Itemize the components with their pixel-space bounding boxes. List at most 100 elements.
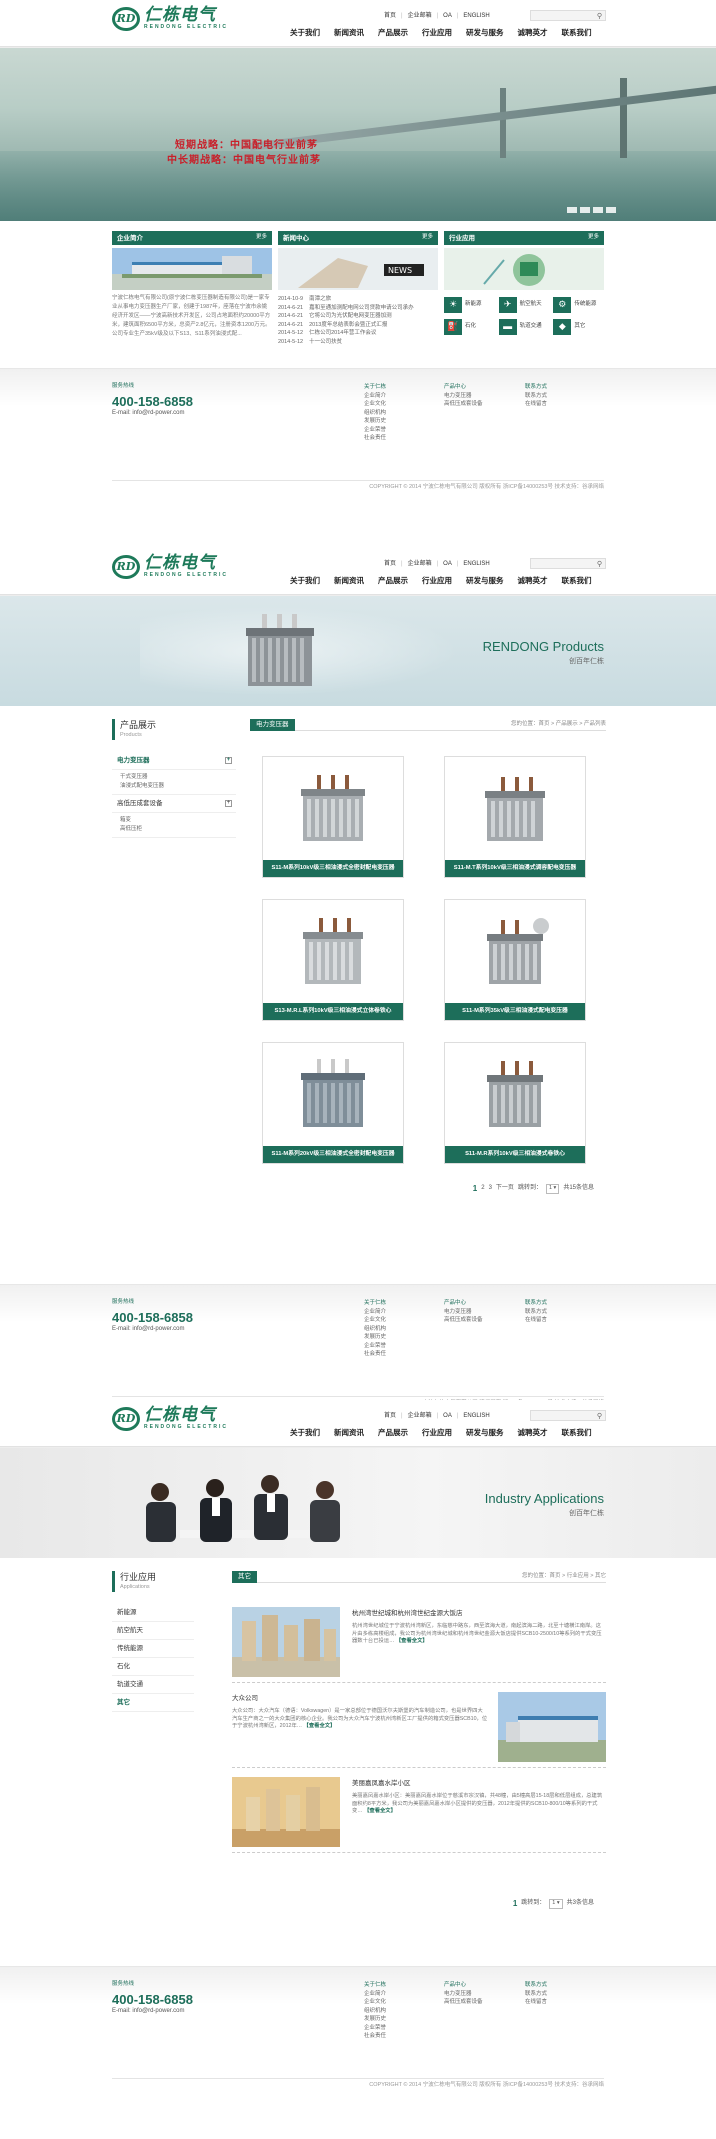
sidebar-item-petrochem[interactable]: 石化 <box>112 1658 194 1677</box>
toplink-english[interactable]: ENGLISH <box>463 12 489 21</box>
product-card[interactable]: S11-M.T系列10kV级三相油浸式调容配电变压器 <box>444 756 586 878</box>
nav-contact[interactable]: 联系我们 <box>562 576 592 587</box>
sidebar-item-other[interactable]: 其它 <box>112 1694 194 1713</box>
list-item[interactable]: 2014-6-21 嘉和至通加测配电网公司贷款申请公司承办 <box>278 304 438 313</box>
banner-dot[interactable] <box>567 207 577 213</box>
sidebar-subitem[interactable]: 高低压柜 <box>120 825 236 834</box>
nav-industry[interactable]: 行业应用 <box>422 1428 452 1439</box>
site-logo[interactable]: RD 仁栋电气 RENDONG ELECTRIC <box>112 1406 228 1431</box>
company-more[interactable]: 更多 <box>256 234 267 242</box>
nav-jobs[interactable]: 诚聘英才 <box>518 28 548 39</box>
next-page-link[interactable]: 下一页 <box>496 1184 514 1193</box>
footer-link[interactable]: 企业简介 <box>364 392 386 401</box>
footer-link[interactable]: 发展历史 <box>364 2015 386 2024</box>
product-name[interactable]: S11-M系列35kV级三相油浸式配电变压器 <box>445 1003 585 1020</box>
footer-link[interactable]: 企业荣誉 <box>364 426 386 435</box>
footer-link[interactable]: 在线留言 <box>525 400 547 409</box>
footer-link[interactable]: 联系方式 <box>525 1308 547 1317</box>
nav-news[interactable]: 新闻资讯 <box>334 576 364 587</box>
toplink-oa[interactable]: OA <box>443 560 452 569</box>
footer-link[interactable]: 社会责任 <box>364 2032 386 2041</box>
product-card[interactable]: S11-M系列10kV级三相油浸式全密封配电变压器 <box>262 756 404 878</box>
nav-about[interactable]: 关于我们 <box>290 576 320 587</box>
product-card[interactable]: S13-M.R.L系列10kV级三相油浸式立体卷铁心 <box>262 899 404 1021</box>
footer-link[interactable]: 组织机构 <box>364 2007 386 2016</box>
footer-link[interactable]: 联系方式 <box>525 392 547 401</box>
toplink-home[interactable]: 首页 <box>384 560 396 569</box>
application-title[interactable]: 美丽嘉凤嘉水岸小区 <box>352 1779 411 1788</box>
read-more-link[interactable]: 【查看全文】 <box>396 1638 428 1644</box>
nav-news[interactable]: 新闻资讯 <box>334 1428 364 1439</box>
toplink-mail[interactable]: 企业邮箱 <box>408 1412 432 1421</box>
application-item[interactable]: 大众公司 大众公司：大众汽车（德语：Volkswagen）是一家总部位于德国沃尔… <box>232 1688 606 1768</box>
footer-link[interactable]: 在线留言 <box>525 1998 547 2007</box>
toplink-home[interactable]: 首页 <box>384 12 396 21</box>
page-select[interactable]: 1 ▾ <box>549 1898 563 1909</box>
list-item[interactable]: 2014-5-12 仁栋公司2014年营工作会议 <box>278 329 438 338</box>
industry-item[interactable]: ⛽ 石化 <box>444 319 495 335</box>
footer-link[interactable]: 企业荣誉 <box>364 2024 386 2033</box>
search-icon[interactable]: ⚲ <box>597 12 602 22</box>
footer-link[interactable]: 企业简介 <box>364 1308 386 1317</box>
search-icon[interactable]: ⚲ <box>597 1412 602 1422</box>
application-title[interactable]: 大众公司 <box>232 1694 258 1703</box>
nav-about[interactable]: 关于我们 <box>290 1428 320 1439</box>
list-item[interactable]: 2014-5-12 十一公司扶贫 <box>278 338 438 347</box>
product-name[interactable]: S13-M.R.L系列10kV级三相油浸式立体卷铁心 <box>263 1003 403 1020</box>
search-input[interactable]: ⚲ <box>530 558 606 569</box>
toplink-mail[interactable]: 企业邮箱 <box>408 12 432 21</box>
product-card[interactable]: S11-M系列35kV级三相油浸式配电变压器 <box>444 899 586 1021</box>
read-more-link[interactable]: 【查看全文】 <box>364 1808 396 1814</box>
nav-industry[interactable]: 行业应用 <box>422 576 452 587</box>
nav-about[interactable]: 关于我们 <box>290 28 320 39</box>
nav-rd[interactable]: 研发与服务 <box>466 28 504 39</box>
banner-dot[interactable] <box>593 207 603 213</box>
page-select[interactable]: 1 ▾ <box>545 1183 560 1194</box>
sidebar-item-aerospace[interactable]: 航空航天 <box>112 1622 194 1641</box>
footer-link[interactable]: 高低压成套设备 <box>444 400 483 409</box>
toplink-english[interactable]: ENGLISH <box>463 560 489 569</box>
application-title[interactable]: 杭州湾世纪城和杭州湾世纪金源大饭店 <box>352 1609 463 1618</box>
footer-link[interactable]: 企业简介 <box>364 1990 386 1999</box>
footer-link[interactable]: 企业文化 <box>364 1316 386 1325</box>
footer-link[interactable]: 企业文化 <box>364 1998 386 2007</box>
page-link[interactable]: 2 <box>481 1184 484 1193</box>
sidebar-item-switchgear[interactable]: 高低压成套设备 + <box>112 795 236 814</box>
site-logo[interactable]: RD 仁栋电气 RENDONG ELECTRIC <box>112 6 228 31</box>
page-link[interactable]: 1 <box>513 1898 517 1910</box>
expand-icon[interactable]: + <box>225 800 232 808</box>
application-item[interactable]: 杭州湾世纪城和杭州湾世纪金源大饭店 杭州湾世纪城位于宁波杭州湾新区，东临慈中路东… <box>232 1603 606 1683</box>
sidebar-item-power[interactable]: 电力变压器 + <box>112 752 236 771</box>
breadcrumb[interactable]: 您的位置：首页 > 行业应用 > 其它 <box>522 1573 606 1581</box>
nav-products[interactable]: 产品展示 <box>378 576 408 587</box>
footer-link[interactable]: 社会责任 <box>364 434 386 443</box>
product-name[interactable]: S11-M系列10kV级三相油浸式全密封配电变压器 <box>263 860 403 877</box>
application-item[interactable]: 美丽嘉凤嘉水岸小区 美丽嘉凤嘉水岸小区：美丽嘉凤嘉水岸位于慈溪市宗汉镇，共48幢… <box>232 1773 606 1853</box>
footer-email[interactable]: E-mail: info@rd-power.com <box>112 409 184 418</box>
toplink-oa[interactable]: OA <box>443 12 452 21</box>
read-more-link[interactable]: 【查看全文】 <box>304 1723 336 1729</box>
sidebar-item-new-energy[interactable]: 新能源 <box>112 1604 194 1623</box>
list-item[interactable]: 2014-10-9 南潭之旅 <box>278 295 438 304</box>
footer-link[interactable]: 企业文化 <box>364 400 386 409</box>
footer-link[interactable]: 电力变压器 <box>444 1308 483 1317</box>
toplink-home[interactable]: 首页 <box>384 1412 396 1421</box>
nav-contact[interactable]: 联系我们 <box>562 1428 592 1439</box>
footer-link[interactable]: 电力变压器 <box>444 1990 483 1999</box>
product-card[interactable]: S11-M系列20kV级三相油浸式全密封配电变压器 <box>262 1042 404 1164</box>
page-link[interactable]: 3 <box>489 1184 492 1193</box>
product-name[interactable]: S11-M.T系列10kV级三相油浸式调容配电变压器 <box>445 860 585 877</box>
footer-link[interactable]: 高低压成套设备 <box>444 1998 483 2007</box>
footer-link[interactable]: 企业荣誉 <box>364 1342 386 1351</box>
industry-more[interactable]: 更多 <box>588 234 599 242</box>
search-icon[interactable]: ⚲ <box>597 560 602 570</box>
search-input[interactable]: ⚲ <box>530 1410 606 1421</box>
footer-link[interactable]: 组织机构 <box>364 1325 386 1334</box>
sidebar-subitem[interactable]: 箱变 <box>120 816 236 825</box>
industry-item[interactable]: ⚙ 传统能源 <box>553 297 604 313</box>
news-more[interactable]: 更多 <box>422 234 433 242</box>
footer-email[interactable]: E-mail: info@rd-power.com <box>112 2007 184 2016</box>
footer-link[interactable]: 组织机构 <box>364 409 386 418</box>
nav-jobs[interactable]: 诚聘英才 <box>518 576 548 587</box>
sidebar-subitem[interactable]: 干式变压器 <box>120 773 236 782</box>
